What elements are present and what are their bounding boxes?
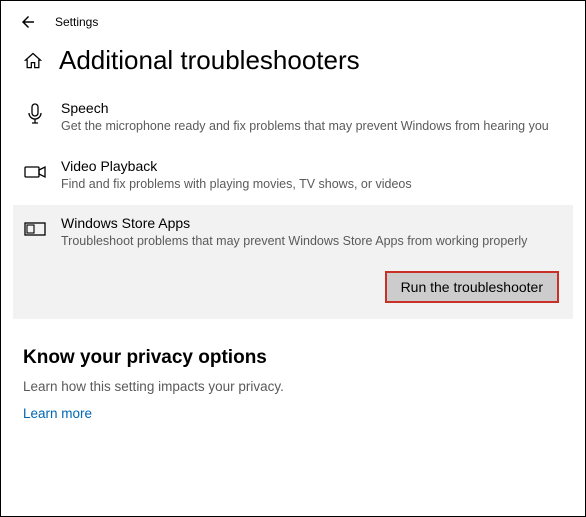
window-header: Settings (1, 1, 585, 39)
video-icon (23, 160, 47, 184)
item-text: Speech Get the microphone ready and fix … (61, 100, 563, 136)
troubleshooter-video-playback[interactable]: Video Playback Find and fix problems wit… (13, 148, 573, 206)
item-title: Video Playback (61, 158, 555, 174)
run-row: Run the troubleshooter (13, 263, 573, 319)
learn-more-link[interactable]: Learn more (23, 406, 563, 421)
privacy-title: Know your privacy options (23, 347, 563, 369)
microphone-icon (23, 102, 47, 126)
item-desc: Get the microphone ready and fix problem… (61, 118, 555, 136)
item-title: Speech (61, 100, 555, 116)
troubleshooter-list: Speech Get the microphone ready and fix … (1, 90, 585, 319)
item-desc: Find and fix problems with playing movie… (61, 176, 555, 194)
troubleshooter-windows-store-apps[interactable]: Windows Store Apps Troubleshoot problems… (13, 205, 573, 263)
settings-label: Settings (55, 15, 98, 29)
item-text: Windows Store Apps Troubleshoot problems… (61, 215, 563, 251)
store-apps-icon (23, 217, 47, 241)
title-row: Additional troubleshooters (1, 39, 585, 90)
back-icon[interactable] (19, 13, 37, 31)
page-title: Additional troubleshooters (59, 45, 360, 76)
privacy-section: Know your privacy options Learn how this… (1, 319, 585, 421)
run-troubleshooter-button[interactable]: Run the troubleshooter (385, 271, 559, 303)
privacy-desc: Learn how this setting impacts your priv… (23, 379, 563, 394)
item-desc: Troubleshoot problems that may prevent W… (61, 233, 555, 251)
item-title: Windows Store Apps (61, 215, 555, 231)
item-text: Video Playback Find and fix problems wit… (61, 158, 563, 194)
troubleshooter-speech[interactable]: Speech Get the microphone ready and fix … (13, 90, 573, 148)
home-icon[interactable] (23, 51, 43, 71)
